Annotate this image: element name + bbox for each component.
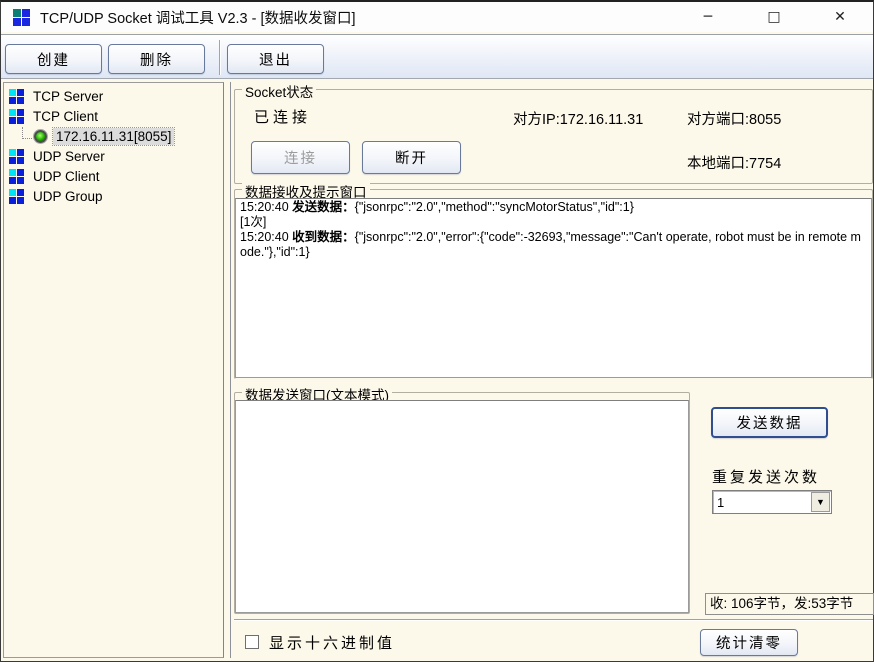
clear-stats-button[interactable]: 统计清零 [700,629,798,656]
panel-separator [230,82,231,658]
connection-status-text: 已连接 [254,106,311,127]
disconnect-button[interactable]: 断开 [362,141,461,174]
create-button[interactable]: 创建 [5,44,102,74]
tree-item[interactable]: TCP Server [4,86,223,106]
send-data-button[interactable]: 发送数据 [711,407,828,438]
log-line: [1次] [240,215,867,230]
maximize-button[interactable]: □ [741,2,807,32]
window-titlebar: TCP/UDP Socket 调试工具 V2.3 - [数据收发窗口] ─ □ … [1,2,873,32]
socket-type-icon [9,149,24,164]
tree-item-label: 172.16.11.31[8055] [53,128,174,145]
bottom-divider [234,619,873,621]
log-line: 15:20:40 发送数据：{"jsonrpc":"2.0","method":… [240,200,867,215]
app-icon [13,9,30,26]
tree-item-label: UDP Group [30,188,106,205]
window-title: TCP/UDP Socket 调试工具 V2.3 - [数据收发窗口] [40,7,356,28]
byte-stats-text: 收: 106字节，发:53字节 [705,593,874,615]
connection-led-icon [34,130,47,143]
socket-type-icon [9,169,24,184]
tree-item-label: UDP Client [30,168,103,185]
toolbar-divider [219,40,221,75]
tree-item-label: UDP Server [30,148,108,165]
socket-type-icon [9,189,24,204]
tree-item-label: TCP Client [30,108,101,125]
send-group: 数据发送窗口(文本模式) [234,392,690,614]
repeat-count-label: 重复发送次数 [712,466,820,487]
tree-item[interactable]: UDP Client [4,166,223,186]
tree-item[interactable]: 172.16.11.31[8055] [4,126,223,146]
connect-button[interactable]: 连接 [251,141,350,174]
delete-button[interactable]: 删除 [108,44,205,74]
repeat-count-combobox[interactable]: 1 ▼ [712,490,832,514]
receive-log[interactable]: 15:20:40 发送数据：{"jsonrpc":"2.0","method":… [235,198,872,378]
hex-display-label: 显示十六进制值 [269,632,395,653]
exit-button[interactable]: 退出 [227,44,324,74]
hex-display-checkbox[interactable] [245,635,259,649]
socket-tree[interactable]: TCP Server TCP Client 172.16.11.31[8055] UD… [3,82,224,658]
socket-type-icon [9,109,24,124]
repeat-count-value: 1 [713,495,811,510]
minimize-button[interactable]: ─ [675,2,741,32]
log-line: 15:20:40 收到数据：{"jsonrpc":"2.0","error":{… [240,230,867,260]
peer-port-label: 对方端口:8055 [687,108,781,129]
peer-ip-label: 对方IP:172.16.11.31 [513,108,643,129]
socket-status-group-title: Socket状态 [242,81,316,101]
receive-group: 数据接收及提示窗口 15:20:40 发送数据：{"jsonrpc":"2.0"… [234,189,873,379]
tree-item[interactable]: UDP Group [4,186,223,206]
local-port-label: 本地端口:7754 [687,152,781,173]
chevron-down-icon[interactable]: ▼ [811,492,830,512]
tree-item-label: TCP Server [30,88,106,105]
socket-status-group: Socket状态 已连接 对方IP:172.16.11.31 对方端口:8055… [234,89,873,184]
tree-connector [22,127,32,139]
send-textarea[interactable] [235,400,689,613]
close-button[interactable]: ✕ [807,2,873,32]
socket-type-icon [9,89,24,104]
tree-item[interactable]: TCP Client [4,106,223,126]
tree-item[interactable]: UDP Server [4,146,223,166]
toolbar: 创建 删除 退出 [1,34,873,79]
